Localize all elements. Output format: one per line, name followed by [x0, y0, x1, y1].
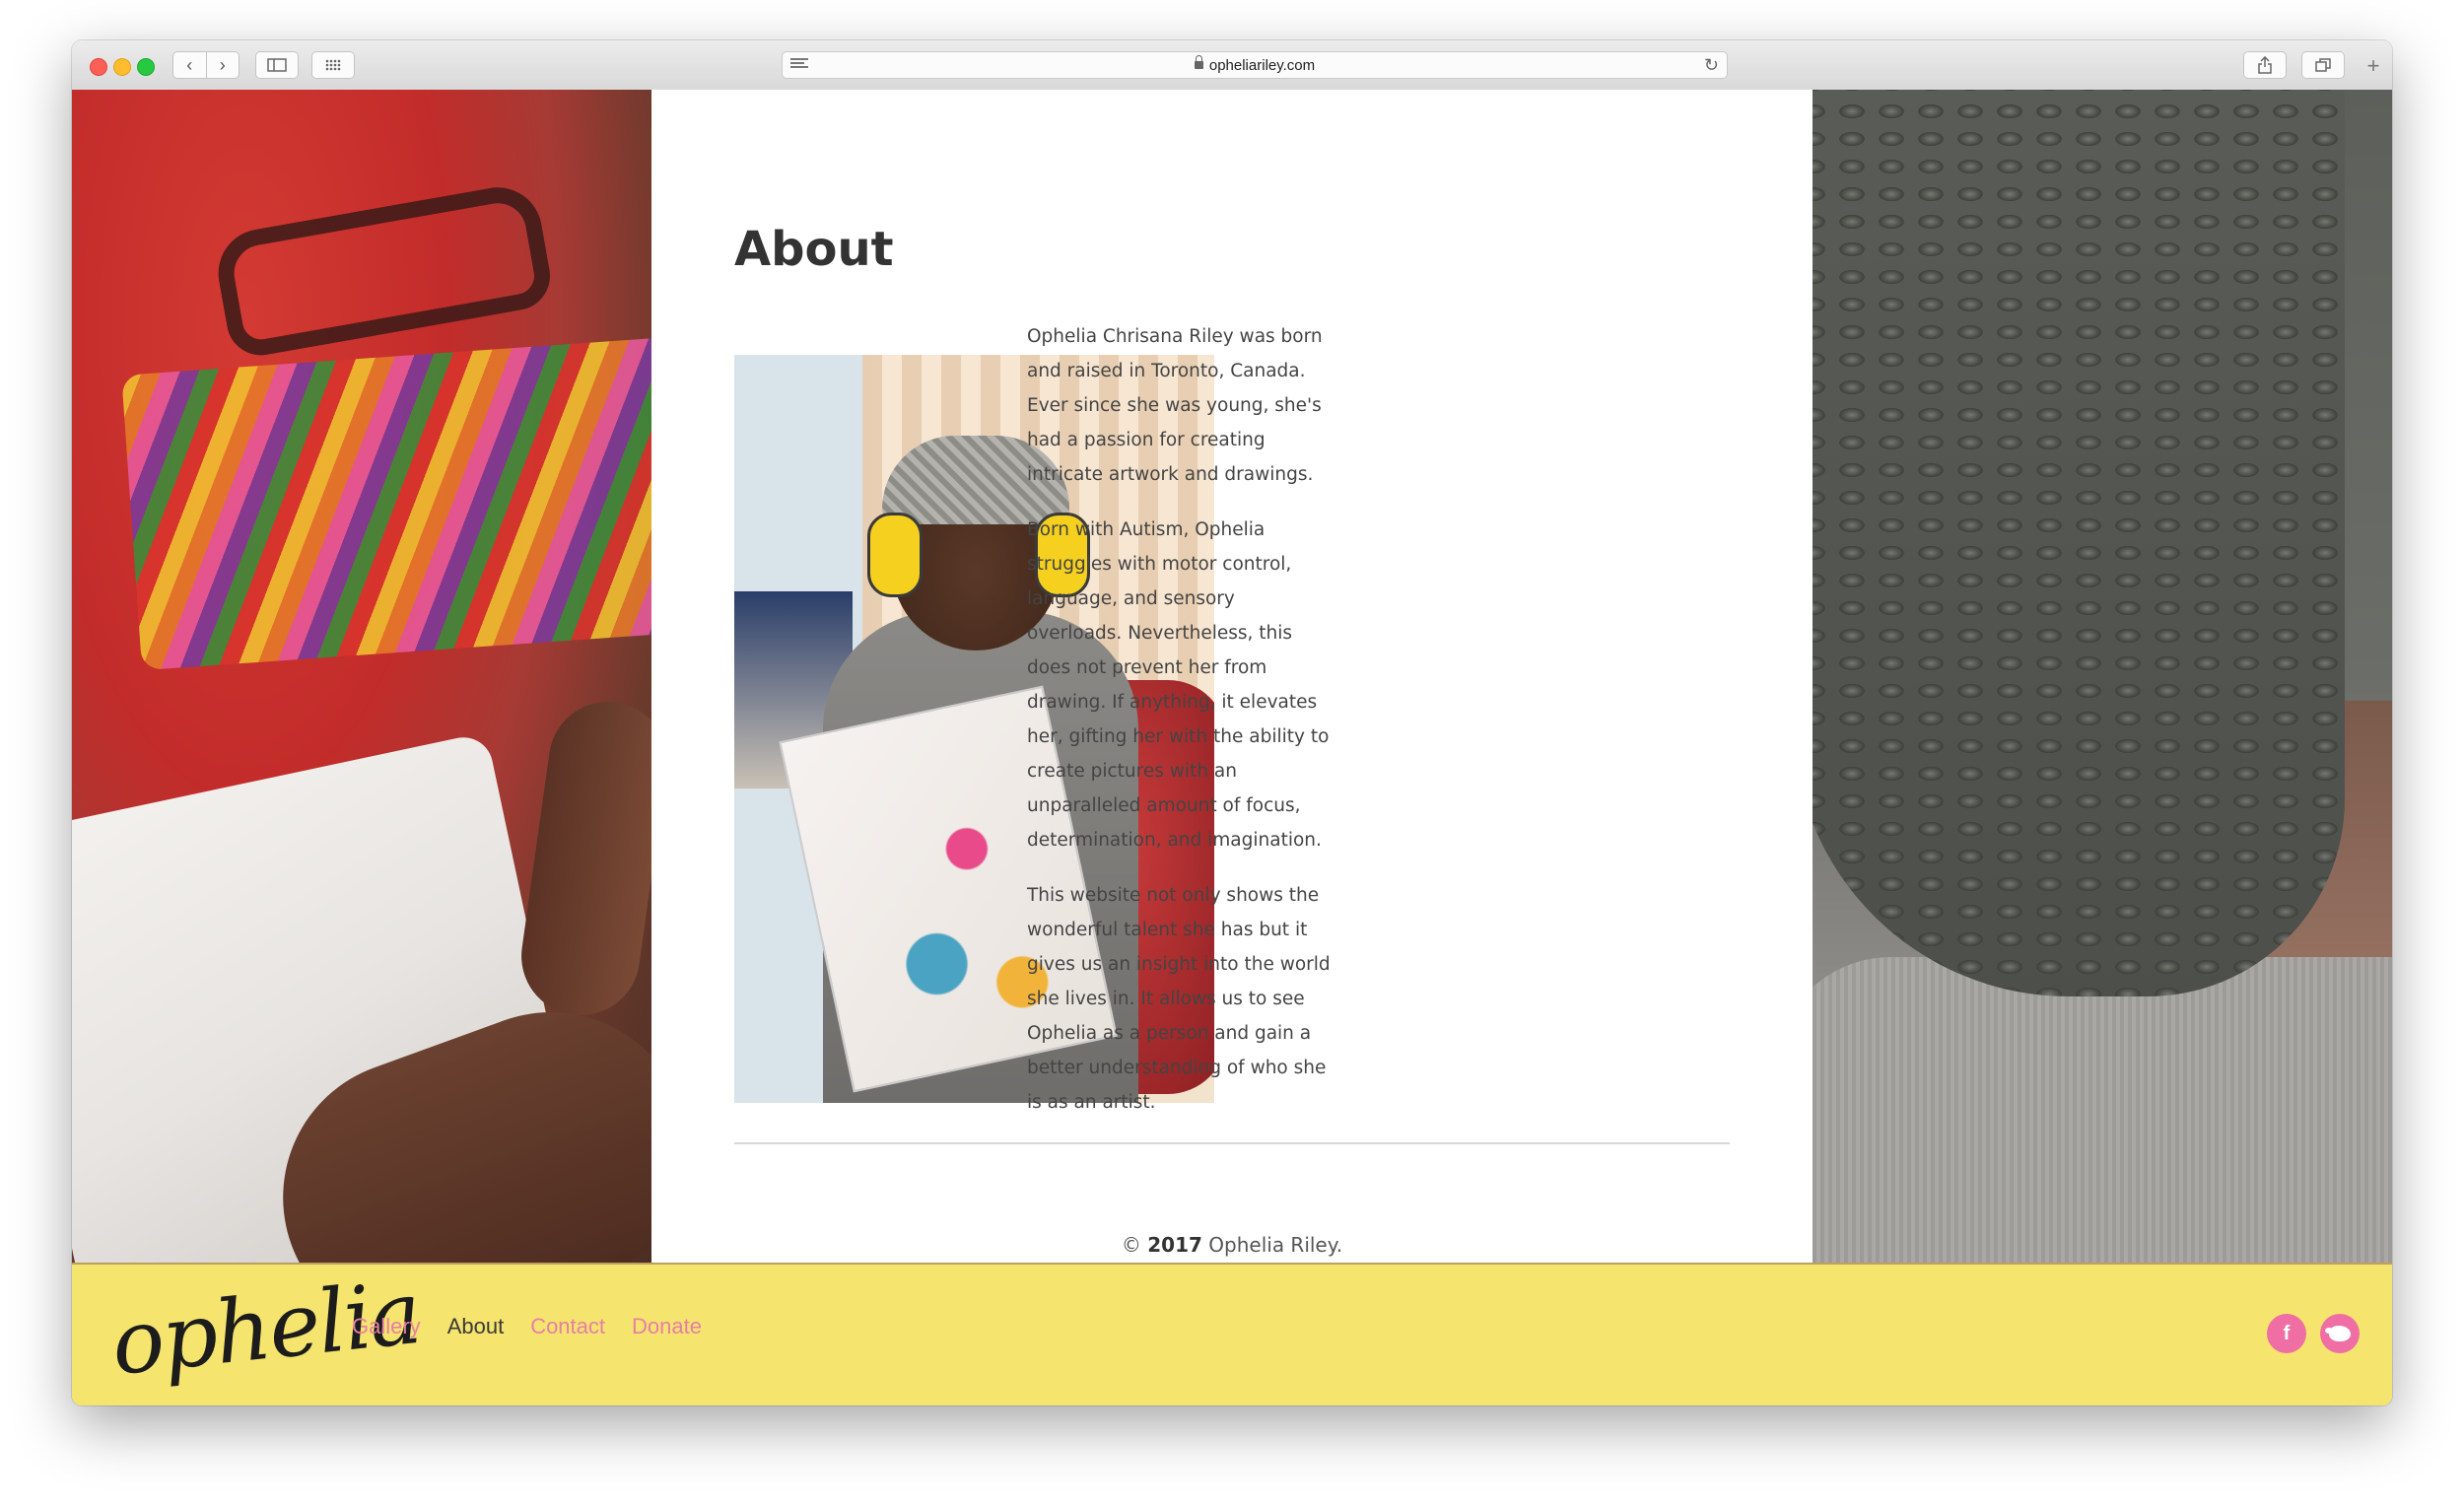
sidebar-icon — [267, 58, 287, 72]
nav-about[interactable]: About — [447, 1314, 505, 1339]
grid-icon — [325, 59, 341, 71]
forward-button[interactable]: › — [206, 52, 239, 78]
share-icon — [2258, 56, 2272, 74]
copyright-symbol: © — [1121, 1233, 1141, 1257]
tabs-icon — [2315, 58, 2331, 72]
twitter-icon[interactable] — [2320, 1314, 2360, 1353]
facebook-glyph: f — [2283, 1322, 2291, 1344]
copyright-name: Ophelia Riley. — [1208, 1233, 1343, 1257]
hero-photo-left — [72, 90, 651, 1263]
back-button[interactable]: ‹ — [173, 52, 206, 78]
nav-contact[interactable]: Contact — [530, 1314, 605, 1339]
share-button[interactable] — [2243, 51, 2287, 79]
twitter-bird-glyph — [2325, 1326, 2351, 1341]
reload-icon[interactable]: ↻ — [1704, 55, 1719, 76]
bio-paragraph: Born with Autism, Ophelia struggles with… — [1027, 518, 1330, 851]
about-content-panel: About Ophelia Chrisana Riley was born an… — [651, 90, 1813, 1263]
nav-donate[interactable]: Donate — [632, 1314, 702, 1339]
nav-gallery[interactable]: Gallery — [352, 1314, 421, 1339]
browser-window: ‹ › opheliariley.com ↻ + About Ophelia C… — [72, 40, 2392, 1405]
bio-paragraph: Ophelia Chrisana Riley was born and rais… — [1027, 325, 1323, 485]
new-tab-icon[interactable]: + — [2361, 53, 2386, 79]
url-text: opheliariley.com — [1208, 57, 1316, 74]
sidebar-toggle-button[interactable] — [255, 51, 299, 79]
top-sites-button[interactable] — [311, 51, 355, 79]
webpage: About Ophelia Chrisana Riley was born an… — [72, 90, 2392, 1405]
site-footer-bar: ophelia Gallery About Contact Donate f — [72, 1262, 2392, 1405]
close-window-button[interactable] — [90, 58, 107, 76]
url-display[interactable]: opheliariley.com — [783, 55, 1727, 74]
address-bar[interactable]: opheliariley.com ↻ — [782, 51, 1728, 79]
content-divider — [734, 1142, 1730, 1144]
tab-overview-button[interactable] — [2301, 51, 2345, 79]
browser-toolbar: ‹ › opheliariley.com ↻ + — [72, 40, 2392, 91]
maximize-window-button[interactable] — [137, 58, 155, 76]
bio-paragraph: This website not only shows the wonderfu… — [1027, 884, 1331, 1113]
minimize-window-button[interactable] — [113, 58, 131, 76]
hero-photo-right — [1813, 90, 2392, 1263]
lock-icon — [1194, 55, 1203, 69]
facebook-icon[interactable]: f — [2267, 1314, 2306, 1353]
bio-text: Ophelia Chrisana Riley was born and rais… — [1027, 326, 1333, 1132]
nav-button-group: ‹ › — [172, 51, 240, 79]
copyright-year: 2017 — [1147, 1233, 1202, 1257]
page-title: About — [734, 222, 894, 277]
copyright-notice: © 2017 Ophelia Riley. — [651, 1233, 1813, 1257]
site-nav: Gallery About Contact Donate — [352, 1314, 702, 1339]
